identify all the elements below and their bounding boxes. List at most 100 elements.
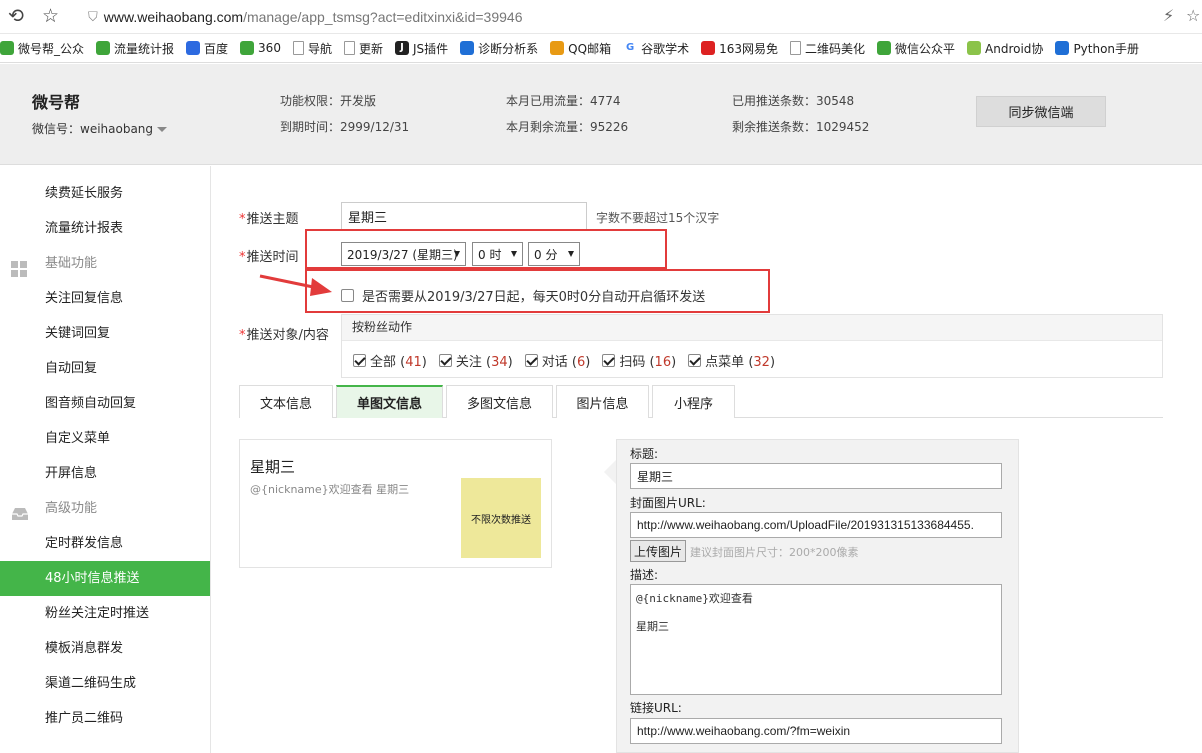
bookmark-label: 流量统计报	[114, 41, 175, 56]
sidebar-item[interactable]: 续费延长服务	[0, 176, 210, 211]
sidebar: 续费延长服务 流量统计报表 基础功能 关注回复信息 关键词回复 自动回复 图音频自动回复 自定…	[0, 166, 211, 753]
sidebar-item-label: 开屏信息	[45, 466, 98, 481]
sidebar-item[interactable]: 图音频自动回复	[0, 386, 210, 421]
sidebar-item[interactable]: 关注回复信息	[0, 281, 210, 316]
message-type-tabs: 文本信息 单图文信息 多图文信息 图片信息 小程序	[239, 385, 1163, 418]
link-field-label: 链接URL:	[630, 701, 682, 715]
target-label: 对话 (6)	[541, 355, 591, 370]
preview-thumbnail: 不限次数推送	[461, 478, 541, 558]
target-count: 32	[753, 355, 770, 370]
js-bookmark-icon: J	[394, 41, 409, 55]
target-checkbox[interactable]	[602, 354, 616, 367]
target-count: 6	[576, 355, 586, 370]
title-input[interactable]: 星期三	[630, 463, 1002, 489]
bookmark-label: Android协	[985, 41, 1044, 56]
bookmark-label: JS插件	[412, 41, 449, 56]
g-bookmark-icon: G	[623, 41, 638, 55]
bookmark-item[interactable]: 二维码美化	[790, 40, 865, 57]
sidebar-item-label: 图音频自动回复	[45, 396, 137, 411]
bookmark-item[interactable]: 更新	[343, 40, 383, 57]
target-checkbox[interactable]	[524, 354, 538, 367]
sidebar-item-label: 模板消息群发	[45, 641, 124, 656]
blue-bookmark-icon	[460, 41, 475, 55]
used-flow-text: 本月已用流量：4774	[506, 94, 621, 108]
reload-icon[interactable]: ⟲	[8, 5, 24, 27]
target-checkbox[interactable]	[438, 354, 452, 367]
sidebar-item-label: 自定义菜单	[45, 431, 111, 446]
bookmark-label: 诊断分析系	[478, 41, 539, 56]
bookmark-item[interactable]: 导航	[292, 40, 332, 57]
sidebar-item[interactable]: 推广员二维码	[0, 701, 210, 736]
sidebar-item[interactable]: 开屏信息	[0, 456, 210, 491]
bookmark-item[interactable]: 诊断分析系	[460, 40, 538, 57]
bookmark-item[interactable]: 流量统计报	[96, 40, 174, 57]
green-bookmark-icon	[0, 41, 14, 55]
bookmark-item[interactable]: G 谷歌学术	[623, 40, 689, 57]
bookmark-item[interactable]: 163网易免	[701, 40, 778, 57]
lightning-icon[interactable]: ⚡	[1163, 6, 1174, 25]
bookmark-item[interactable]: 360	[240, 41, 281, 55]
bookmark-star-icon[interactable]: ☆	[42, 5, 59, 27]
bookmark-item[interactable]: 微号帮_公众	[0, 40, 84, 57]
bookmark-label: 二维码美化	[805, 41, 866, 56]
target-count: 41	[405, 355, 422, 370]
article-editor: 标题: 星期三 封面图片URL: http://www.weihaobang.c…	[616, 439, 1019, 753]
target-label: *推送对象/内容	[239, 328, 329, 343]
subject-hint: 字数不要超过15个汉字	[596, 211, 720, 225]
red-bookmark-icon	[701, 41, 716, 55]
sidebar-item[interactable]: 粉丝关注定时推送	[0, 596, 210, 631]
sidebar-item-label: 48小时信息推送	[45, 571, 140, 586]
sidebar-item[interactable]: 自动回复	[0, 351, 210, 386]
bookmark-item[interactable]: 百度	[186, 40, 228, 57]
sidebar-item[interactable]: 48小时信息推送	[0, 561, 210, 596]
sidebar-item[interactable]: 流量统计报表	[0, 211, 210, 246]
sync-wechat-button[interactable]: 同步微信端	[976, 96, 1106, 127]
url-host: www.weihaobang.com	[103, 9, 244, 25]
tab-mini-program[interactable]: 小程序	[652, 385, 735, 418]
target-option[interactable]: 关注 (34)	[438, 351, 513, 370]
tab-image[interactable]: 图片信息	[556, 385, 649, 418]
sidebar-item-label: 自动回复	[45, 361, 98, 376]
sidebar-item[interactable]: 定时群发信息	[0, 526, 210, 561]
target-panel: 按粉丝动作 全部 (41) 关注 (34) 对话 (6) 扫码 (16) 点菜单 (32…	[341, 314, 1163, 378]
sidebar-item[interactable]: 渠道二维码生成	[0, 666, 210, 701]
upload-hint: 建议封面图片尺寸：200*200像素	[690, 546, 859, 559]
sidebar-item[interactable]: 模板消息群发	[0, 631, 210, 666]
bookmark-item[interactable]: Python手册	[1055, 40, 1139, 57]
brand-title: 微号帮	[32, 93, 81, 112]
subject-input[interactable]: 星期三	[341, 202, 587, 231]
bookmark-label: 163网易免	[719, 41, 778, 56]
bookmark-item[interactable]: 微信公众平	[877, 40, 955, 57]
desc-textarea[interactable]: @{nickname}欢迎查看 星期三	[630, 584, 1002, 695]
bookmarks-bar: 微号帮_公众 流量统计报 百度 360 导航 更新 J JS插件 诊断分析系 QQ邮箱 G 谷歌学术 1…	[0, 34, 1202, 63]
target-checkbox[interactable]	[688, 354, 702, 367]
expire-text: 到期时间：2999/12/31	[280, 120, 410, 134]
account-selector[interactable]: 微信号：weihaobang	[32, 120, 168, 137]
bookmark-item[interactable]: QQ邮箱	[550, 40, 611, 57]
link-url-input[interactable]: http://www.weihaobang.com/?fm=weixin	[630, 718, 1002, 744]
sidebar-item[interactable]: 关键词回复	[0, 316, 210, 351]
target-option[interactable]: 全部 (41)	[353, 351, 427, 370]
bookmark-item[interactable]: Android协	[967, 40, 1043, 57]
permission-text: 功能权限：开发版	[280, 94, 377, 108]
tab-single-article[interactable]: 单图文信息	[336, 385, 443, 418]
address-bar[interactable]: ⛉ www.weihaobang.com/manage/app_tsmsg?ac…	[88, 6, 1158, 28]
sidebar-item[interactable]: 自定义菜单	[0, 421, 210, 456]
star-icon[interactable]: ☆	[1186, 6, 1200, 25]
bookmark-item[interactable]: J JS插件	[394, 40, 449, 57]
green-bookmark-icon	[877, 41, 892, 55]
bookmark-label: Python手册	[1073, 41, 1140, 56]
tab-text[interactable]: 文本信息	[239, 385, 333, 418]
target-label: 扫码 (16)	[619, 355, 677, 370]
green-bookmark-icon	[96, 41, 111, 55]
target-checkbox[interactable]	[353, 354, 366, 367]
bookmark-label: 微信公众平	[895, 41, 956, 56]
tab-multi-article[interactable]: 多图文信息	[446, 385, 553, 418]
cover-url-input[interactable]: http://www.weihaobang.com/UploadFile/201…	[630, 512, 1002, 538]
sidebar-item-label: 流量统计报表	[45, 221, 124, 236]
bookmark-label: 更新	[358, 41, 383, 56]
target-option[interactable]: 扫码 (16)	[602, 351, 676, 370]
target-option[interactable]: 对话 (6)	[524, 351, 591, 370]
target-option[interactable]: 点菜单 (32)	[688, 351, 775, 370]
upload-image-button[interactable]: 上传图片	[630, 540, 686, 562]
